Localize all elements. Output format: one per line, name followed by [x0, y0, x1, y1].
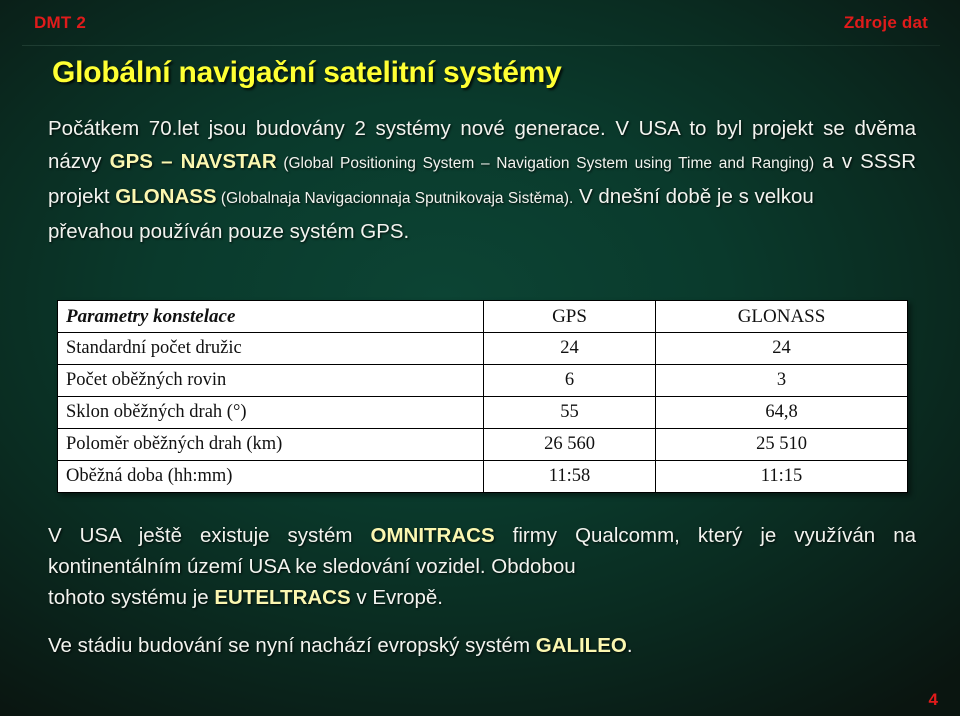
row-value-glonass: 24	[655, 332, 908, 365]
p1-highlight-glonass: GLONASS	[115, 185, 217, 208]
intro-paragraph: Počátkem 70.let jsou budovány 2 systémy …	[48, 112, 916, 248]
row-label: Poloměr oběžných drah (km)	[57, 428, 484, 461]
table-row: Standardní počet družic 24 24	[57, 332, 908, 365]
row-label: Standardní počet družic	[57, 332, 484, 365]
table-header-gps: GPS	[483, 300, 656, 333]
row-label: Sklon oběžných drah (°)	[57, 396, 484, 429]
table-row: Sklon oběžných drah (°) 55 64,8	[57, 396, 908, 429]
p2-last-line: tohoto systému je EUTELTRACS v Evropě.	[48, 582, 916, 613]
header-left-label: DMT 2	[34, 13, 86, 32]
table-header-parameter: Parametry konstelace	[57, 300, 484, 333]
row-value-gps: 55	[483, 396, 656, 429]
p2-last-line-pre: tohoto systému je	[48, 586, 215, 609]
p1-segment-4: (Globalnaja Navigacionnaja Sputnikovaja …	[216, 190, 574, 207]
p1-last-line: převahou používán pouze systém GPS.	[48, 220, 410, 243]
constellation-table-wrapper: Parametry konstelace GPS GLONASS Standar…	[57, 300, 908, 493]
p2-segment-1: V USA ještě existuje systém	[48, 524, 371, 547]
row-label: Oběžná doba (hh:mm)	[57, 460, 484, 493]
row-value-gps: 26 560	[483, 428, 656, 461]
p3-highlight-galileo: GALILEO	[535, 634, 627, 657]
page-title: Globální navigační satelitní systémy	[52, 56, 562, 89]
table-row: Počet oběžných rovin 6 3	[57, 364, 908, 397]
p2-highlight-omnitracs: OMNITRACS	[370, 524, 495, 547]
omnitracs-paragraph: V USA ještě existuje systém OMNITRACS fi…	[48, 520, 916, 613]
p2-highlight-euteltracs: EUTELTRACS	[214, 586, 351, 609]
table-row: Poloměr oběžných drah (km) 26 560 25 510	[57, 428, 908, 461]
table-row: Oběžná doba (hh:mm) 11:58 11:15	[57, 460, 908, 493]
row-value-gps: 24	[483, 332, 656, 365]
header-divider	[22, 45, 940, 46]
row-value-glonass: 3	[655, 364, 908, 397]
p3-segment-2: .	[626, 634, 633, 657]
row-value-gps: 6	[483, 364, 656, 397]
header-right-label: Zdroje dat	[843, 13, 928, 32]
p1-segment-5: V dnešní době je s velkou	[573, 185, 814, 208]
page-number: 4	[928, 690, 938, 709]
p3-segment-1: Ve stádiu budování se nyní nachází evrop…	[48, 634, 536, 657]
row-value-glonass: 11:15	[655, 460, 908, 493]
row-label: Počet oběžných rovin	[57, 364, 484, 397]
row-value-glonass: 64,8	[655, 396, 908, 429]
p2-last-line-post: v Evropě.	[350, 586, 443, 609]
table-header-glonass: GLONASS	[655, 300, 908, 333]
row-value-glonass: 25 510	[655, 428, 908, 461]
slide-canvas: DMT 2 Zdroje dat Globální navigační sate…	[0, 0, 960, 716]
table-header-row: Parametry konstelace GPS GLONASS	[57, 300, 908, 333]
galileo-paragraph: Ve stádiu budování se nyní nachází evrop…	[48, 630, 916, 661]
slide-header: DMT 2 Zdroje dat	[0, 0, 960, 48]
p1-segment-2: (Global Positioning System – Navigation …	[276, 155, 815, 172]
constellation-parameters-table: Parametry konstelace GPS GLONASS Standar…	[57, 300, 908, 493]
p1-highlight-gps-navstar: GPS – NAVSTAR	[109, 150, 277, 173]
row-value-gps: 11:58	[483, 460, 656, 493]
